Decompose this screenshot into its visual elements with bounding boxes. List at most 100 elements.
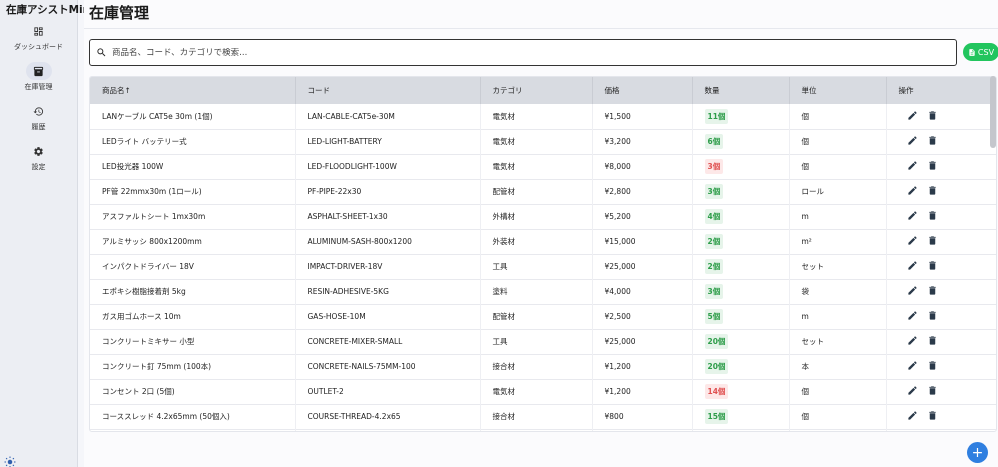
edit-icon[interactable]	[907, 335, 918, 346]
search-input[interactable]	[112, 47, 956, 58]
cell-code: GAS-HOSE-10M	[295, 304, 481, 329]
quantity-badge: 2個	[704, 234, 724, 249]
delete-icon[interactable]	[927, 385, 938, 396]
cell-code: CONCRETE-NAILS-75MM-100	[295, 354, 481, 379]
table-row: コンクリートミキサー 小型 CONCRETE-MIXER-SMALL 工具 ¥25,0…	[90, 329, 996, 354]
column-header-code[interactable]: コード	[295, 77, 481, 104]
quantity-badge: 5個	[704, 309, 724, 324]
plus-icon: +	[971, 444, 984, 461]
sidebar-item-inventory[interactable]: 在庫管理	[0, 62, 77, 96]
edit-icon[interactable]	[907, 385, 918, 396]
table-scrollbar[interactable]	[990, 76, 996, 148]
cell-price: ¥800	[592, 404, 693, 429]
cell-price: ¥2,500	[592, 304, 693, 329]
cell-category: 工具	[480, 329, 593, 354]
cell-price: ¥1,200	[592, 379, 693, 404]
column-header-name[interactable]: 商品名↑	[90, 77, 296, 104]
quantity-badge: 20個	[704, 334, 729, 349]
delete-icon[interactable]	[927, 310, 938, 321]
edit-icon[interactable]	[907, 360, 918, 371]
cell-category: 配管材	[480, 304, 593, 329]
delete-icon[interactable]	[927, 360, 938, 371]
column-header-quantity[interactable]: 数量	[692, 77, 790, 104]
cell-actions	[886, 354, 996, 379]
cell-actions	[886, 129, 996, 154]
delete-icon[interactable]	[927, 135, 938, 146]
column-header-actions: 操作	[898, 86, 914, 95]
cell-actions	[886, 404, 996, 429]
quantity-badge: 4個	[704, 209, 724, 224]
cell-unit: 個	[789, 129, 887, 154]
cell-price: ¥25,000	[592, 254, 693, 279]
cell-code: COURSE-THREAD-4.2x65	[295, 404, 481, 429]
edit-icon[interactable]	[907, 310, 918, 321]
cell-quantity: 15個	[692, 404, 790, 429]
sidebar-item-dashboard[interactable]: ダッシュボード	[0, 22, 77, 56]
edit-icon[interactable]	[907, 260, 918, 271]
quantity-badge: 3個	[704, 159, 724, 174]
cell-code: RESIN-ADHESIVE-5KG	[295, 279, 481, 304]
sidebar-item-label: 在庫管理	[24, 83, 53, 91]
cell-quantity: 11個	[692, 104, 790, 129]
cell-quantity: 3個	[692, 154, 790, 179]
cell-unit	[789, 429, 887, 431]
delete-icon[interactable]	[927, 260, 938, 271]
sun-icon[interactable]	[4, 453, 16, 467]
cell-quantity: 6個	[692, 129, 790, 154]
delete-icon[interactable]	[927, 410, 938, 421]
edit-icon[interactable]	[907, 135, 918, 146]
cell-quantity: 2個	[692, 254, 790, 279]
edit-icon[interactable]	[907, 285, 918, 296]
delete-icon[interactable]	[927, 110, 938, 121]
main-content: 在庫管理 CSV 商品名↑ コード カテゴリ 価格 数量	[84, 0, 998, 467]
cell-code: IMPACT-DRIVER-18V	[295, 254, 481, 279]
edit-icon[interactable]	[907, 110, 918, 121]
delete-icon[interactable]	[927, 160, 938, 171]
sidebar-item-label: 履歴	[31, 123, 46, 131]
sidebar: 在庫アシストMini ダッシュボード 在庫管理 履歴 設定	[0, 0, 94, 467]
edit-icon[interactable]	[907, 185, 918, 196]
cell-code: PF-PIPE-22x30	[295, 179, 481, 204]
delete-icon[interactable]	[927, 185, 938, 196]
cell-actions	[886, 329, 996, 354]
cell-code: LED-LIGHT-BATTERY	[295, 129, 481, 154]
sidebar-item-settings[interactable]: 設定	[0, 142, 77, 176]
column-header-unit[interactable]: 単位	[789, 77, 887, 104]
cell-quantity: 2個	[692, 229, 790, 254]
add-item-button[interactable]: +	[967, 442, 988, 463]
csv-export-button[interactable]: CSV	[963, 43, 998, 61]
cell-unit: 個	[789, 404, 887, 429]
cell-unit: m	[789, 304, 887, 329]
delete-icon[interactable]	[927, 235, 938, 246]
search-box[interactable]	[89, 39, 957, 66]
delete-icon[interactable]	[927, 210, 938, 221]
cell-code: LAN-CABLE-CAT5e-30M	[295, 104, 481, 129]
cell-name: コンセント 2口 (5個)	[90, 379, 296, 404]
cell-price: ¥2,800	[592, 179, 693, 204]
edit-icon[interactable]	[907, 160, 918, 171]
cell-name: エポキシ樹脂接着剤 5kg	[90, 279, 296, 304]
cell-unit: m	[789, 204, 887, 229]
cell-actions	[886, 279, 996, 304]
quantity-badge: 20個	[704, 359, 729, 374]
cell-quantity: 20個	[692, 329, 790, 354]
cell-name: LED投光器 100W	[90, 154, 296, 179]
delete-icon[interactable]	[927, 335, 938, 346]
edit-icon[interactable]	[907, 235, 918, 246]
cell-code: OUTLET-2	[295, 379, 481, 404]
edit-icon[interactable]	[907, 410, 918, 421]
cell-category: 外構材	[480, 204, 593, 229]
sidebar-item-history[interactable]: 履歴	[0, 102, 77, 136]
cell-unit: 個	[789, 154, 887, 179]
cell-quantity: 3個	[692, 279, 790, 304]
cell-name: LANケーブル CAT5e 30m (1個)	[90, 104, 296, 129]
cell-price: ¥1,500	[592, 104, 693, 129]
cell-quantity: 4個	[692, 204, 790, 229]
cell-unit: ロール	[789, 179, 887, 204]
table-row: コンクリート釘 75mm (100本) CONCRETE-NAILS-75MM-1…	[90, 354, 996, 379]
delete-icon[interactable]	[927, 285, 938, 296]
column-header-price[interactable]: 価格	[592, 77, 693, 104]
table-row: LED投光器 100W LED-FLOODLIGHT-100W 電気材 ¥8,000 3…	[90, 154, 996, 179]
edit-icon[interactable]	[907, 210, 918, 221]
column-header-category[interactable]: カテゴリ	[480, 77, 593, 104]
